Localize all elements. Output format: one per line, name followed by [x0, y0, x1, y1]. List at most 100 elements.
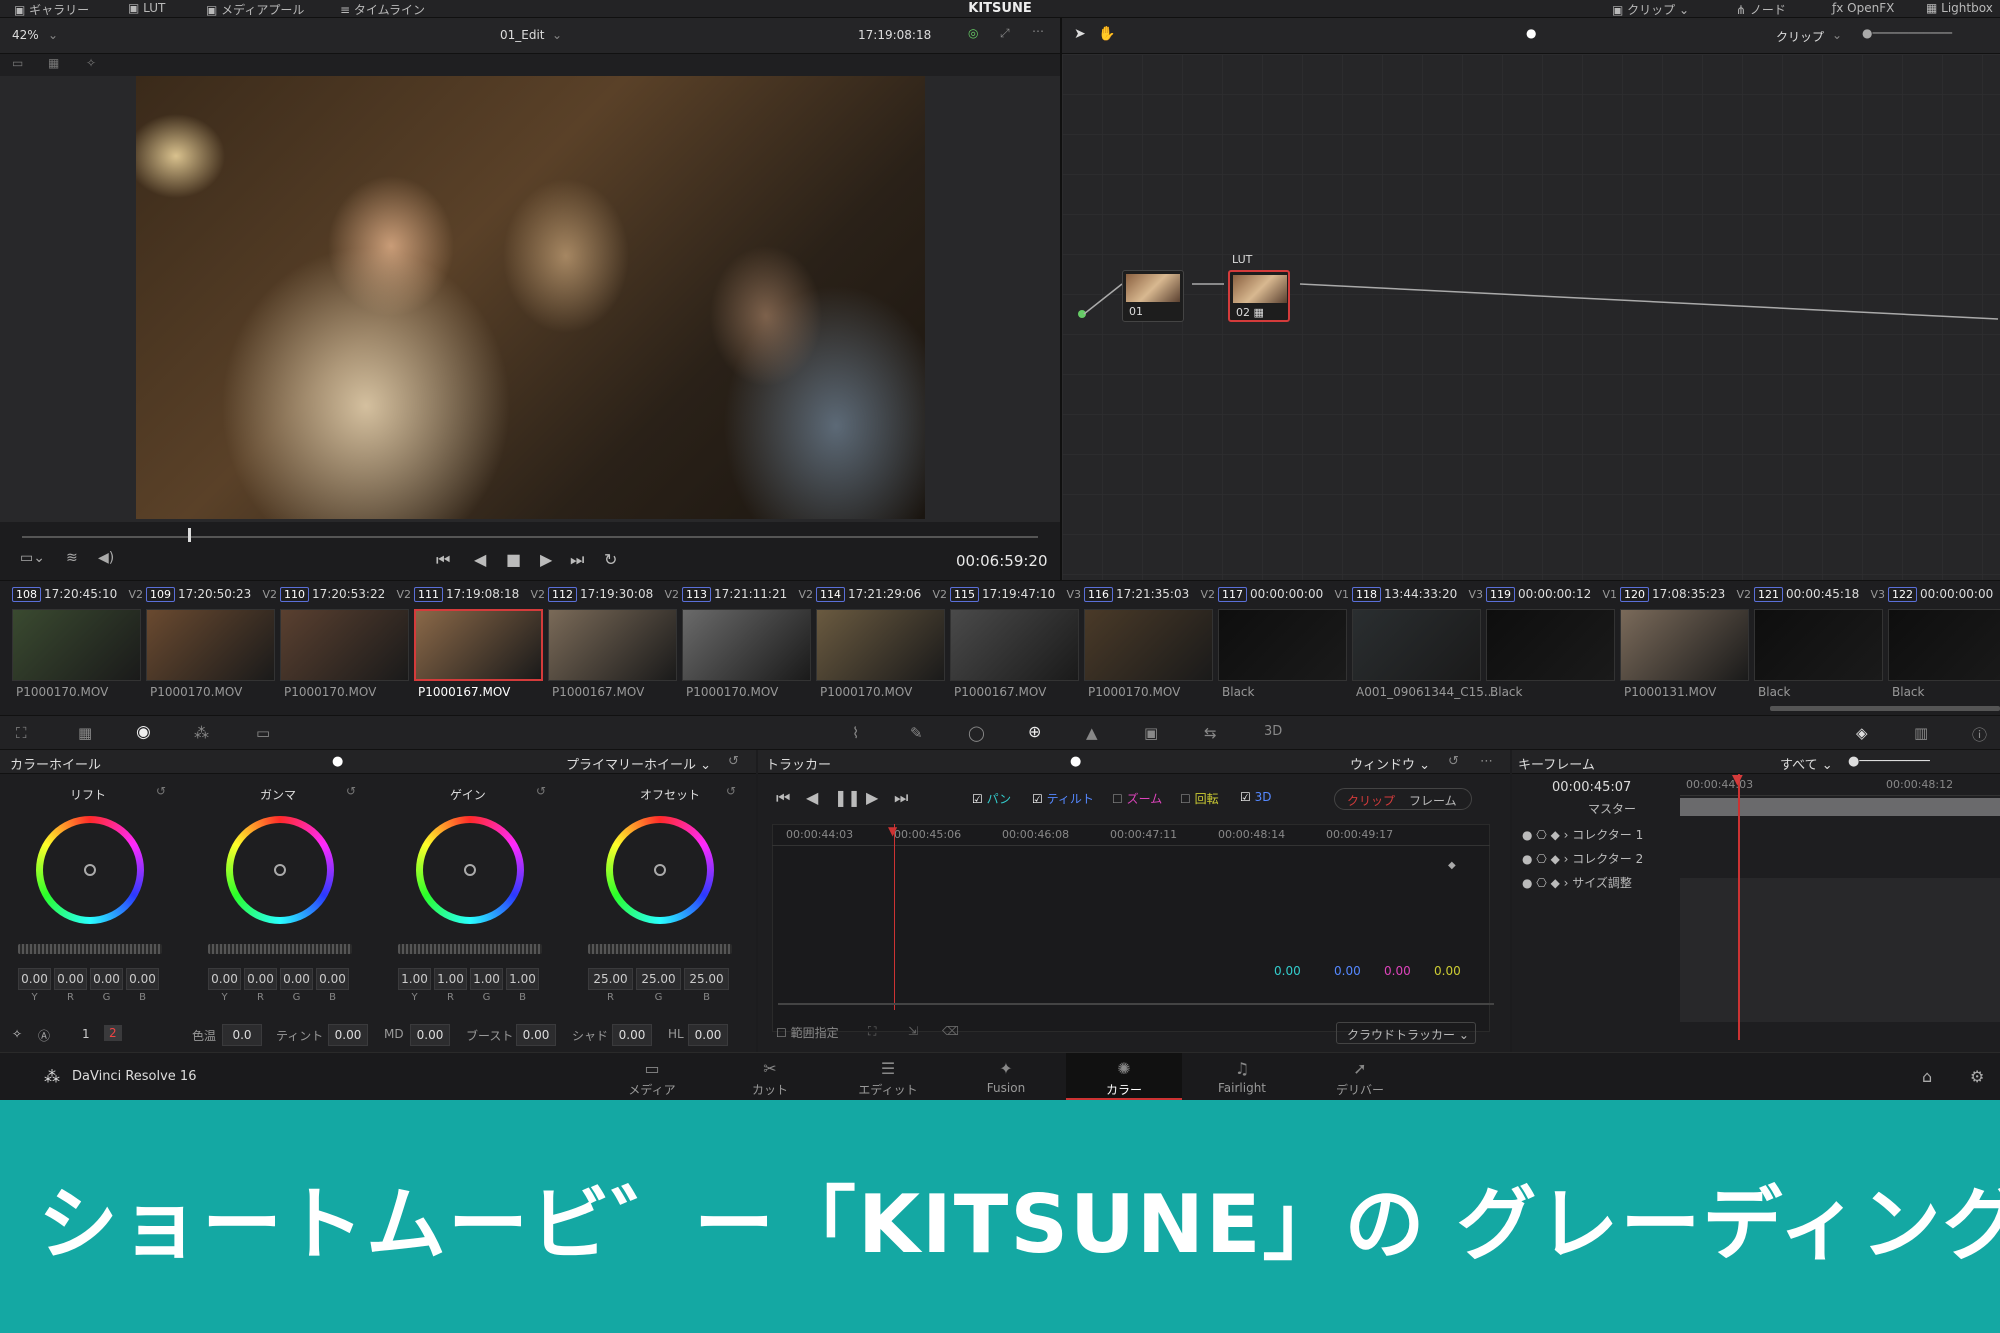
loop-icon[interactable]: ↻: [604, 550, 617, 569]
page-button[interactable]: ✺ カラー: [1066, 1053, 1182, 1101]
tracker-icon[interactable]: ⊕: [1028, 722, 1041, 741]
viewer-scrubber[interactable]: [22, 536, 1038, 538]
tracker-reset-icon[interactable]: ↺: [1448, 754, 1459, 769]
keyframe-track-area[interactable]: [1680, 878, 2000, 1022]
motion-effects-icon[interactable]: ▭: [256, 724, 270, 742]
boost-field[interactable]: 0.00: [516, 1024, 556, 1046]
color-wheel[interactable]: [606, 816, 714, 924]
openfx-tab[interactable]: ƒx OpenFX: [1832, 1, 1894, 15]
node-mode-dropdown[interactable]: クリップ: [1776, 28, 1824, 45]
skip-end-icon[interactable]: ⏭: [570, 550, 584, 570]
keyframe-filter-dropdown[interactable]: すべて ⌄: [1780, 754, 1833, 773]
clear-points-icon[interactable]: ⌫: [942, 1024, 959, 1038]
wheel-value-field[interactable]: 0.00: [90, 968, 123, 990]
node-mode-chevron-icon[interactable]: ⌄: [1832, 28, 1842, 42]
wheel-value-field[interactable]: 0.00: [18, 968, 51, 990]
node-tab[interactable]: ⋔ ノード: [1736, 1, 1786, 18]
tint-field[interactable]: 0.00: [328, 1024, 368, 1046]
clip-image[interactable]: [414, 609, 543, 681]
clip-image[interactable]: [1486, 609, 1615, 681]
keyframe-zoom-slider[interactable]: ●─────────: [1848, 754, 1930, 769]
track-reverse-step-icon[interactable]: ⏮: [776, 788, 790, 808]
clip-thumbnail[interactable]: 109 17:20:50:23 V2 P1000170.MOV: [146, 587, 279, 707]
key-icon[interactable]: ▣: [1144, 724, 1158, 742]
pan-checkbox[interactable]: ☑ パン: [972, 790, 1011, 807]
clip-image[interactable]: [1352, 609, 1481, 681]
clip-image[interactable]: [1620, 609, 1749, 681]
window-icon[interactable]: ◯: [968, 724, 985, 742]
clip-thumbnail[interactable]: 108 17:20:45:10 V2 P1000170.MOV: [12, 587, 145, 707]
clip-image[interactable]: [548, 609, 677, 681]
clip-image[interactable]: [1084, 609, 1213, 681]
clip-thumbnail[interactable]: 112 17:19:30:08 V2 P1000167.MOV: [548, 587, 681, 707]
color-wheels-icon[interactable]: ◉: [136, 722, 151, 742]
clip-thumbnail[interactable]: 122 00:00:00:00 Black: [1888, 587, 2000, 707]
page-button[interactable]: ♫ Fairlight: [1184, 1053, 1300, 1101]
wheel-value-field[interactable]: 1.00: [470, 968, 503, 990]
lightbox-tab[interactable]: ▦ Lightbox: [1926, 1, 1993, 15]
cloud-tracker-dropdown[interactable]: クラウドトラッカー ⌄: [1336, 1022, 1476, 1044]
wheel-value-field[interactable]: 0.00: [126, 968, 159, 990]
clip-mode-button[interactable]: クリップ: [1347, 792, 1395, 809]
clip-image[interactable]: [1218, 609, 1347, 681]
track-reverse-icon[interactable]: ◀: [806, 788, 818, 807]
blur-icon[interactable]: ▲: [1086, 724, 1098, 742]
range-select-icon[interactable]: ⛶: [868, 1024, 876, 1039]
grid-icon[interactable]: ▦: [48, 56, 59, 70]
page-button[interactable]: ➚ デリバー: [1302, 1053, 1418, 1101]
node-01[interactable]: 01: [1122, 270, 1184, 322]
clip-image[interactable]: [1754, 609, 1883, 681]
wheel-center-handle[interactable]: [654, 864, 666, 876]
clip-image[interactable]: [950, 609, 1079, 681]
play-reverse-icon[interactable]: ◀: [474, 550, 486, 569]
viewer-playhead[interactable]: [188, 528, 191, 542]
wheel-reset-icon[interactable]: ↺: [536, 784, 546, 798]
layout-icon[interactable]: ▭: [12, 56, 23, 70]
clip-thumbnail[interactable]: 121 00:00:45:18 V3 Black: [1754, 587, 1887, 707]
curves-icon[interactable]: ⌇: [852, 724, 859, 742]
clip-image[interactable]: [816, 609, 945, 681]
wheel-value-field[interactable]: 25.00: [588, 968, 633, 990]
3d-icon[interactable]: 3D: [1264, 724, 1282, 739]
scopes-icon[interactable]: ▥: [1914, 724, 1928, 742]
clip-thumbnail[interactable]: 119 00:00:00:12 V1 Black: [1486, 587, 1619, 707]
track-forward-icon[interactable]: ▶: [866, 788, 878, 807]
wheel-value-field[interactable]: 1.00: [506, 968, 539, 990]
wheel-value-field[interactable]: 0.00: [316, 968, 349, 990]
master-wheel-slider[interactable]: [18, 944, 162, 954]
tracker-graph[interactable]: [772, 824, 1490, 1032]
skip-start-icon[interactable]: ⏮: [436, 550, 450, 570]
color-wheel[interactable]: [416, 816, 524, 924]
wheel-value-field[interactable]: 0.00: [244, 968, 277, 990]
page-button[interactable]: ☰ エディット: [830, 1053, 946, 1101]
tilt-checkbox[interactable]: ☑ ティルト: [1032, 790, 1094, 807]
clip-thumbnail[interactable]: 116 17:21:35:03 V2 P1000170.MOV: [1084, 587, 1217, 707]
color-bypass-icon[interactable]: ◎: [968, 26, 978, 40]
zoom-dropdown-icon[interactable]: ⌄: [48, 28, 58, 42]
tracker-more-icon[interactable]: ⋯: [1480, 754, 1493, 769]
magic-wand-icon[interactable]: ✧: [86, 56, 96, 70]
play-icon[interactable]: ▶: [540, 550, 552, 569]
wheel-value-field[interactable]: 25.00: [636, 968, 681, 990]
fullscreen-icon[interactable]: ⤢: [1000, 26, 1010, 41]
pointer-tool-icon[interactable]: ➤: [1074, 26, 1086, 42]
page-1-button[interactable]: 1: [82, 1027, 90, 1041]
timeline-dropdown-icon[interactable]: ⌄: [552, 28, 562, 42]
page-button[interactable]: ✂ カット: [712, 1053, 828, 1101]
color-wheel[interactable]: [226, 816, 334, 924]
wheel-center-handle[interactable]: [464, 864, 476, 876]
temp-field[interactable]: 0.0: [222, 1024, 262, 1046]
clip-thumbnail[interactable]: 120 17:08:35:23 V2 P1000131.MOV: [1620, 587, 1753, 707]
tracker-scroll[interactable]: [778, 1003, 1494, 1005]
clip-thumbnail[interactable]: 113 17:21:11:21 V2 P1000170.MOV: [682, 587, 815, 707]
hand-tool-icon[interactable]: ✋: [1098, 26, 1115, 42]
wheel-value-field[interactable]: 1.00: [434, 968, 467, 990]
range-checkbox[interactable]: ☐ 範囲指定: [776, 1024, 839, 1041]
clip-thumbnail[interactable]: 118 13:44:33:20 V3 A001_09061344_C15...: [1352, 587, 1495, 707]
page-button[interactable]: ▭ メディア: [594, 1053, 710, 1101]
frame-mode-button[interactable]: フレーム: [1409, 792, 1457, 809]
clip-thumbnail[interactable]: 111 17:19:08:18 V2 P1000167.MOV: [414, 587, 547, 707]
qualifier-icon[interactable]: ✎: [910, 724, 923, 742]
wheel-mode-dropdown[interactable]: プライマリーホイール ⌄: [566, 754, 711, 773]
zoom-checkbox[interactable]: ☐ ズーム: [1112, 790, 1162, 807]
